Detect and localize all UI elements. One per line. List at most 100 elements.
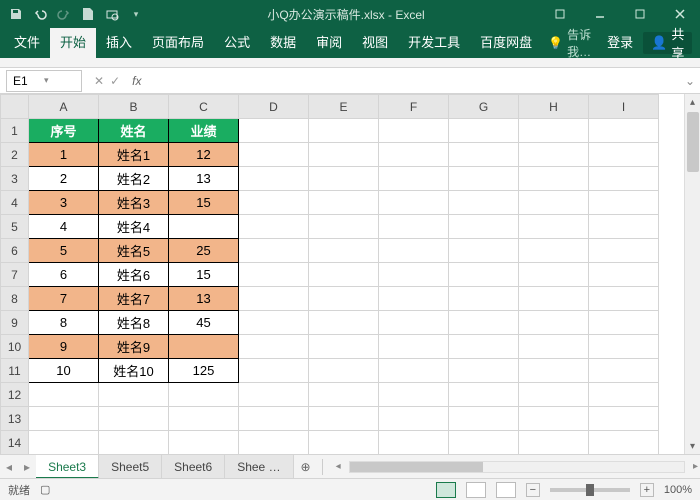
cell-C8[interactable]: 13 <box>169 287 239 311</box>
cell-I5[interactable] <box>589 215 659 239</box>
macro-record-icon[interactable]: ▢ <box>40 483 50 496</box>
cell-F7[interactable] <box>379 263 449 287</box>
cell-E9[interactable] <box>309 311 379 335</box>
cell-E10[interactable] <box>309 335 379 359</box>
undo-icon[interactable] <box>32 6 48 22</box>
cell-C1[interactable]: 业绩 <box>169 119 239 143</box>
cell-H9[interactable] <box>519 311 589 335</box>
cell-A8[interactable]: 7 <box>29 287 99 311</box>
cell-B3[interactable]: 姓名2 <box>99 167 169 191</box>
cell-I7[interactable] <box>589 263 659 287</box>
cell-E5[interactable] <box>309 215 379 239</box>
row-header-1[interactable]: 1 <box>1 119 29 143</box>
cell-H2[interactable] <box>519 143 589 167</box>
cell-A13[interactable] <box>29 407 99 431</box>
cell-E7[interactable] <box>309 263 379 287</box>
cell-F3[interactable] <box>379 167 449 191</box>
sheet-tab-0[interactable]: Sheet3 <box>36 455 99 479</box>
cell-E8[interactable] <box>309 287 379 311</box>
cell-D14[interactable] <box>239 431 309 455</box>
cell-H10[interactable] <box>519 335 589 359</box>
name-box-dropdown-icon[interactable]: ▾ <box>44 75 75 86</box>
accept-formula-icon[interactable]: ✓ <box>110 74 120 88</box>
cell-I11[interactable] <box>589 359 659 383</box>
cell-G6[interactable] <box>449 239 519 263</box>
cell-H11[interactable] <box>519 359 589 383</box>
cell-D12[interactable] <box>239 383 309 407</box>
cell-F13[interactable] <box>379 407 449 431</box>
cell-H13[interactable] <box>519 407 589 431</box>
cell-C2[interactable]: 12 <box>169 143 239 167</box>
cell-C13[interactable] <box>169 407 239 431</box>
cell-E13[interactable] <box>309 407 379 431</box>
qat-customize-icon[interactable]: ▾ <box>128 6 144 22</box>
hscroll-right-icon[interactable]: ▸ <box>691 461 700 472</box>
minimize-button[interactable] <box>580 0 620 28</box>
cell-B2[interactable]: 姓名1 <box>99 143 169 167</box>
cell-D6[interactable] <box>239 239 309 263</box>
zoom-knob[interactable] <box>586 484 594 496</box>
cell-F5[interactable] <box>379 215 449 239</box>
cell-D13[interactable] <box>239 407 309 431</box>
col-header-A[interactable]: A <box>29 95 99 119</box>
row-header-7[interactable]: 7 <box>1 263 29 287</box>
row-header-8[interactable]: 8 <box>1 287 29 311</box>
cell-I4[interactable] <box>589 191 659 215</box>
row-header-12[interactable]: 12 <box>1 383 29 407</box>
cell-D4[interactable] <box>239 191 309 215</box>
row-header-2[interactable]: 2 <box>1 143 29 167</box>
cell-E2[interactable] <box>309 143 379 167</box>
row-header-14[interactable]: 14 <box>1 431 29 455</box>
cell-C14[interactable] <box>169 431 239 455</box>
cell-B8[interactable]: 姓名7 <box>99 287 169 311</box>
cell-B6[interactable]: 姓名5 <box>99 239 169 263</box>
ribbon-tab-1[interactable]: 开始 <box>50 28 96 58</box>
cell-C3[interactable]: 13 <box>169 167 239 191</box>
cell-A14[interactable] <box>29 431 99 455</box>
col-header-I[interactable]: I <box>589 95 659 119</box>
cell-H1[interactable] <box>519 119 589 143</box>
cell-H7[interactable] <box>519 263 589 287</box>
cell-E12[interactable] <box>309 383 379 407</box>
ribbon-tab-2[interactable]: 插入 <box>96 28 142 58</box>
cell-G5[interactable] <box>449 215 519 239</box>
sheet-tab-2[interactable]: Sheet6 <box>162 455 225 479</box>
cell-G9[interactable] <box>449 311 519 335</box>
cell-F12[interactable] <box>379 383 449 407</box>
cell-E14[interactable] <box>309 431 379 455</box>
cell-I1[interactable] <box>589 119 659 143</box>
ribbon-tab-9[interactable]: 百度网盘 <box>470 28 542 58</box>
view-normal-button[interactable] <box>436 482 456 498</box>
formula-input[interactable] <box>147 70 680 92</box>
cell-H5[interactable] <box>519 215 589 239</box>
maximize-button[interactable] <box>620 0 660 28</box>
zoom-slider[interactable] <box>550 488 630 492</box>
cell-I3[interactable] <box>589 167 659 191</box>
login-button[interactable]: 登录 <box>597 28 643 58</box>
cell-A2[interactable]: 1 <box>29 143 99 167</box>
cell-D8[interactable] <box>239 287 309 311</box>
print-preview-icon[interactable] <box>104 6 120 22</box>
row-header-5[interactable]: 5 <box>1 215 29 239</box>
row-header-9[interactable]: 9 <box>1 311 29 335</box>
cell-I8[interactable] <box>589 287 659 311</box>
cell-I2[interactable] <box>589 143 659 167</box>
cancel-formula-icon[interactable]: ✕ <box>94 74 104 88</box>
cell-B7[interactable]: 姓名6 <box>99 263 169 287</box>
formula-expand-icon[interactable]: ⌄ <box>680 74 700 88</box>
new-sheet-button[interactable]: ⊕ <box>294 460 318 474</box>
cell-D7[interactable] <box>239 263 309 287</box>
cell-I6[interactable] <box>589 239 659 263</box>
row-header-11[interactable]: 11 <box>1 359 29 383</box>
cell-C11[interactable]: 125 <box>169 359 239 383</box>
cell-B12[interactable] <box>99 383 169 407</box>
cell-B13[interactable] <box>99 407 169 431</box>
cell-A6[interactable]: 5 <box>29 239 99 263</box>
cell-B14[interactable] <box>99 431 169 455</box>
cell-F1[interactable] <box>379 119 449 143</box>
cell-I14[interactable] <box>589 431 659 455</box>
cell-C6[interactable]: 25 <box>169 239 239 263</box>
cell-D1[interactable] <box>239 119 309 143</box>
sheet-nav-prev-icon[interactable]: ◂ <box>0 460 18 474</box>
cell-F11[interactable] <box>379 359 449 383</box>
